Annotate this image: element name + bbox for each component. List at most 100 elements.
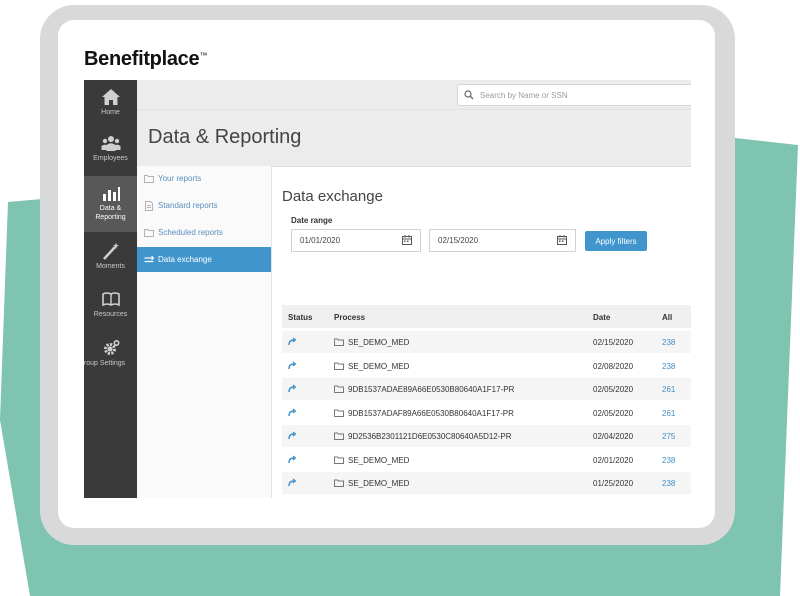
main-sidebar: Home Employees Data & Reporting Moments …	[84, 80, 137, 498]
folder-icon-cell	[334, 409, 344, 419]
folder-icon	[334, 409, 344, 417]
date-range-label: Date range	[291, 216, 333, 225]
table-row[interactable]: SE_DEMO_MED 02/08/2020 238	[282, 355, 691, 377]
process-name[interactable]: SE_DEMO_MED	[348, 362, 409, 371]
subnav-item-scheduled-reports[interactable]: Scheduled reports	[137, 220, 271, 245]
date-to-field[interactable]: 02/15/2020	[429, 229, 576, 252]
all-count-link[interactable]: 238	[662, 362, 675, 371]
all-count-link[interactable]: 275	[662, 432, 675, 441]
table-row[interactable]: 9DB1537ADAE89A66E0530B80640A1F17-PR 02/05…	[282, 378, 691, 400]
subnav-item-data-exchange[interactable]: Data exchange	[137, 247, 271, 272]
nav-item-data-reporting[interactable]: Data & Reporting	[84, 176, 137, 232]
page-title: Data & Reporting	[148, 126, 302, 148]
status-cell[interactable]	[288, 361, 297, 372]
status-arrow-icon	[288, 431, 297, 440]
folder-icon-cell	[334, 362, 344, 372]
process-name[interactable]: 9D2536B2301121D6E0530C80640A5D12-PR	[348, 432, 512, 441]
folder-icon	[144, 175, 154, 183]
nav-label-moments: Moments	[96, 263, 125, 270]
nav-label-data-reporting: Data &	[99, 205, 122, 212]
all-count-link[interactable]: 261	[662, 409, 675, 418]
subnav-item-your-reports[interactable]: Your reports	[137, 166, 271, 191]
folder-icon	[334, 385, 344, 393]
process-name[interactable]: 9DB1537ADAF89A66E0530B80640A1F17-PR	[348, 409, 514, 418]
row-date: 02/05/2020	[593, 385, 634, 394]
subnav-item-standard-reports[interactable]: Standard reports	[137, 193, 271, 218]
table-row[interactable]: SE_DEMO_MED 02/01/2020 238	[282, 449, 691, 471]
status-cell[interactable]	[288, 384, 297, 395]
process-name[interactable]: SE_DEMO_MED	[348, 479, 409, 488]
magic-wand-icon	[102, 243, 119, 260]
app-window: Home Employees Data & Reporting Moments …	[84, 80, 691, 498]
apply-filters-button[interactable]: Apply filters	[585, 231, 647, 251]
home-icon	[101, 89, 120, 105]
process-name[interactable]: SE_DEMO_MED	[348, 338, 409, 347]
column-header-process[interactable]: Process	[334, 313, 365, 322]
nav-item-employees[interactable]: Employees	[84, 126, 137, 176]
nav-label-data-reporting-2: Reporting	[95, 214, 126, 221]
date-from-field[interactable]: 01/01/2020	[291, 229, 421, 252]
nav-item-resources[interactable]: Resources	[84, 282, 137, 332]
date-from-value: 01/01/2020	[300, 236, 341, 245]
status-arrow-icon	[288, 455, 297, 463]
employees-icon	[101, 136, 120, 151]
folder-icon	[334, 338, 344, 346]
row-date: 01/25/2020	[593, 479, 634, 488]
calendar-icon[interactable]	[557, 235, 567, 245]
all-count-link[interactable]: 238	[662, 338, 675, 347]
folder-icon	[334, 432, 344, 440]
table-row[interactable]: SE_DEMO_MED 02/15/2020 238	[282, 331, 691, 353]
nav-item-moments[interactable]: Moments	[84, 234, 137, 284]
folder-icon	[334, 479, 344, 487]
top-bar	[137, 80, 691, 110]
table-row[interactable]: 9D2536B2301121D6E0530C80640A5D12-PR 02/04…	[282, 425, 691, 447]
search-box[interactable]	[457, 84, 691, 106]
subnav-label: Data exchange	[158, 255, 212, 264]
folder-icon	[334, 456, 344, 464]
table-row[interactable]: SE_DEMO_MED 01/25/2020 238	[282, 472, 691, 494]
column-header-date[interactable]: Date	[593, 313, 610, 322]
folder-icon	[144, 229, 154, 237]
all-count-link[interactable]: 261	[662, 385, 675, 394]
page-header: Data & Reporting	[137, 110, 691, 167]
status-arrow-icon	[288, 384, 297, 393]
folder-icon-cell	[334, 385, 344, 395]
all-count-link[interactable]: 238	[662, 479, 675, 488]
all-count-link[interactable]: 238	[662, 456, 675, 465]
status-cell[interactable]	[288, 478, 297, 489]
process-name[interactable]: SE_DEMO_MED	[348, 456, 409, 465]
status-cell[interactable]	[288, 431, 297, 442]
table-row[interactable]: 9DB1537ADAF89A66E0530B80640A1F17-PR 02/05…	[282, 402, 691, 424]
status-arrow-icon	[288, 478, 297, 487]
document-icon	[145, 201, 153, 211]
subnav-label: Scheduled reports	[158, 228, 223, 237]
section-title: Data exchange	[282, 188, 383, 205]
nav-item-group-settings[interactable]: roup Settings	[84, 331, 137, 381]
report-subnav: Your reports Standard reports Scheduled …	[137, 166, 272, 498]
book-icon	[101, 292, 120, 307]
calendar-icon[interactable]	[402, 235, 412, 245]
row-date: 02/05/2020	[593, 408, 634, 418]
status-cell[interactable]	[288, 408, 297, 419]
search-input[interactable]	[480, 85, 680, 105]
nav-item-home[interactable]: Home	[84, 80, 137, 130]
folder-icon-cell	[334, 456, 344, 466]
exchange-icon	[144, 255, 154, 263]
folder-icon-cell	[334, 338, 344, 348]
brand-logo[interactable]: Benefitplace™	[84, 48, 207, 71]
status-arrow-icon	[288, 408, 297, 416]
status-cell[interactable]	[288, 455, 297, 466]
screen: Benefitplace™ Home Employees Data & Repo…	[58, 20, 715, 528]
folder-icon-cell	[334, 479, 344, 489]
column-header-status[interactable]: Status	[288, 313, 312, 322]
row-date: 02/01/2020	[593, 455, 634, 465]
column-header-all[interactable]: All	[662, 313, 672, 322]
folder-icon-cell	[334, 432, 344, 442]
status-arrow-icon	[288, 337, 297, 346]
row-date: 02/15/2020	[593, 338, 634, 347]
status-cell[interactable]	[288, 337, 297, 348]
folder-icon	[334, 362, 344, 370]
nav-label-group-settings: roup Settings	[84, 360, 126, 367]
row-date: 02/04/2020	[593, 432, 634, 441]
process-name[interactable]: 9DB1537ADAE89A66E0530B80640A1F17-PR	[348, 385, 514, 394]
